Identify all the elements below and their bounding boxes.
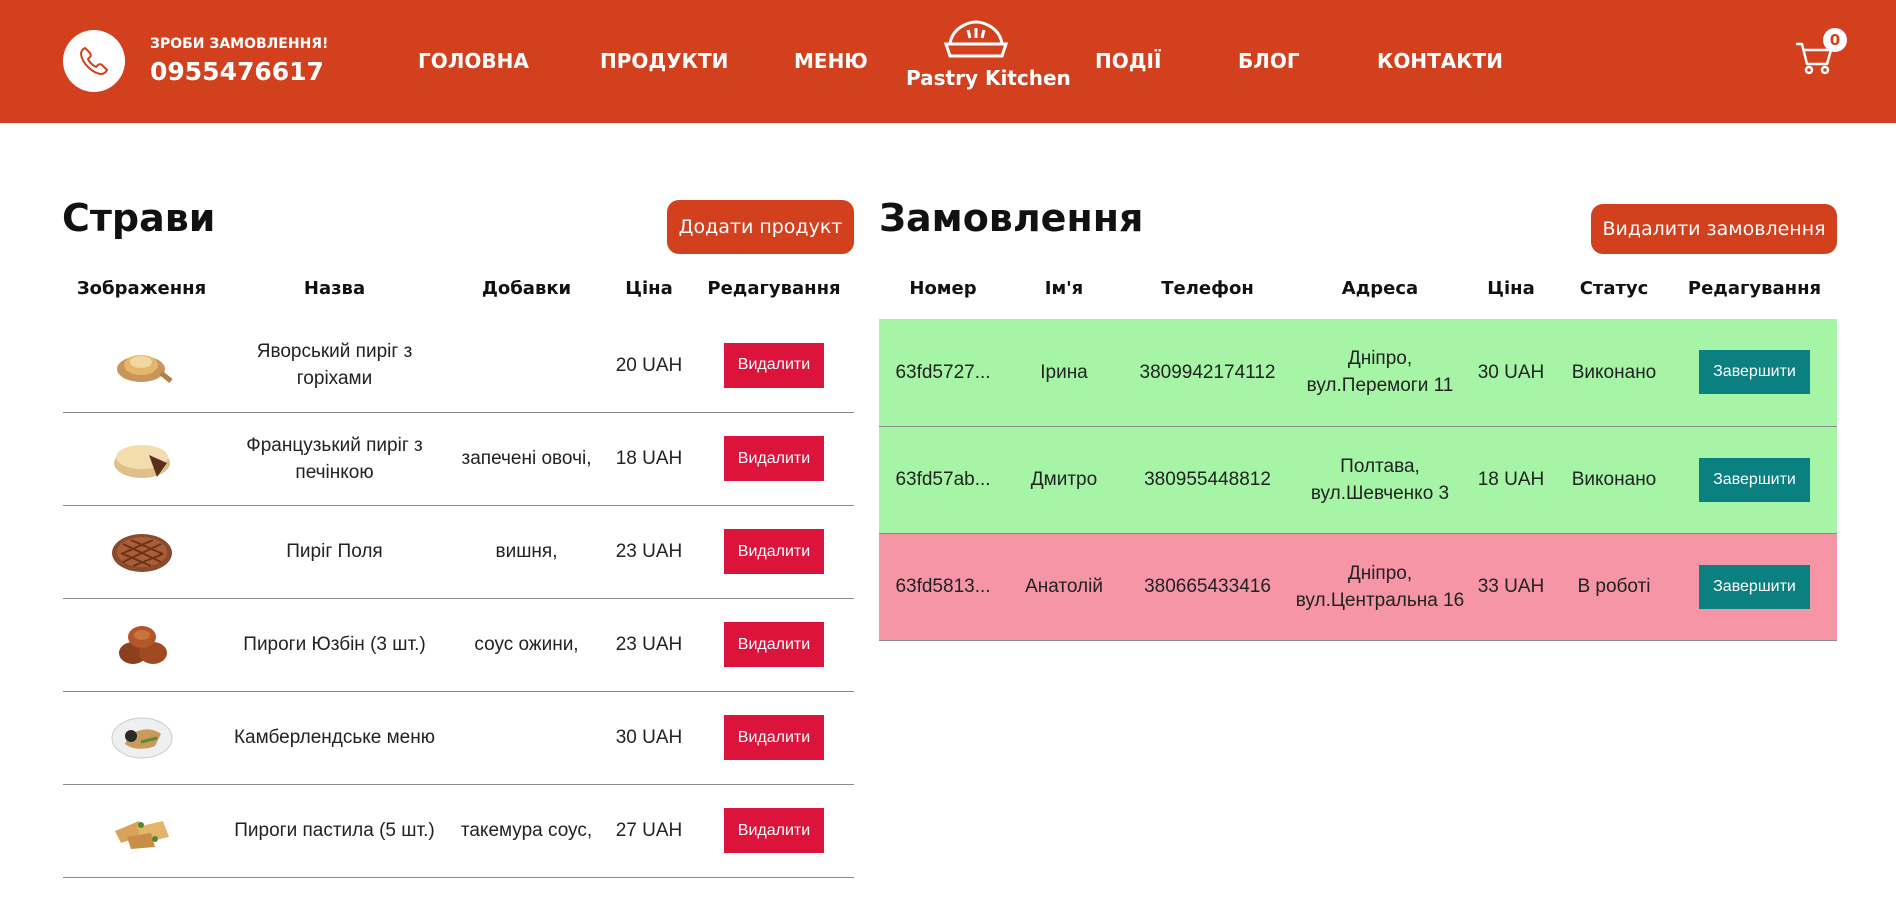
product-price: 30 UAH <box>604 691 694 785</box>
column-header-price: Ціна <box>1487 277 1535 299</box>
order-phone: 3809942174112 <box>1121 319 1294 427</box>
cart-count-badge: 0 <box>1823 28 1847 52</box>
table-row: 63fd5727... Ірина 3809942174112 Дніпро, … <box>879 319 1837 427</box>
plated-dish-image <box>111 717 172 758</box>
column-header-edit: Редагування <box>707 277 841 299</box>
table-row: Пиріг Поля вишня, 23 UAH Видалити <box>63 505 854 599</box>
order-name: Дмитро <box>1007 426 1121 534</box>
order-address: Дніпро, вул.Центральна 16 <box>1294 533 1466 641</box>
lattice-pie-image <box>111 533 172 572</box>
product-name: Пироги Юзбін (3 шт.) <box>220 598 449 692</box>
products-table: Зображення Назва Добавки Ціна Редагуванн… <box>63 257 854 878</box>
logo-text: Pastry Kitchen <box>906 66 1071 90</box>
table-row: Камберлендське меню 30 UAH Видалити <box>63 691 854 785</box>
order-phone: 380665433416 <box>1121 533 1294 641</box>
column-header-name: Назва <box>303 277 366 299</box>
phone-button[interactable] <box>63 30 125 92</box>
column-header-price: Ціна <box>625 277 673 299</box>
nav-menu[interactable]: МЕНЮ <box>794 49 868 73</box>
add-product-button[interactable]: Додати продукт <box>667 200 854 254</box>
table-row: Пироги пастила (5 шт.) такемура соус, 27… <box>63 784 854 878</box>
order-number: 63fd5727... <box>879 319 1007 427</box>
site-header: ЗРОБИ ЗАМОВЛЕННЯ! 0955476617 ГОЛОВНА ПРО… <box>0 0 1896 123</box>
product-price: 23 UAH <box>604 505 694 599</box>
product-name: Пиріг Поля <box>220 505 449 599</box>
column-header-image: Зображення <box>76 277 207 299</box>
pie-logo-icon <box>944 20 1008 58</box>
table-row: Яворський пиріг з горіхами 20 UAH Видали… <box>63 319 854 413</box>
column-header-extras: Добавки <box>481 277 572 299</box>
order-status: В роботі <box>1556 533 1672 641</box>
orders-title: Замовлення <box>879 196 1144 240</box>
product-price: 18 UAH <box>604 412 694 506</box>
delete-product-button[interactable]: Видалити <box>724 342 824 388</box>
sliced-pie-image <box>113 444 170 478</box>
delete-product-button[interactable]: Видалити <box>724 622 824 667</box>
column-header-address: Адреса <box>1341 277 1419 299</box>
site-logo[interactable]: Pastry Kitchen <box>906 20 1071 98</box>
product-extras <box>449 319 604 413</box>
products-title: Страви <box>62 196 216 240</box>
product-price: 23 UAH <box>604 598 694 692</box>
order-address: Дніпро, вул.Перемоги 11 <box>1294 319 1466 427</box>
order-number: 63fd57ab... <box>879 426 1007 534</box>
finish-order-button[interactable]: Завершити <box>1699 564 1810 609</box>
column-header-status: Статус <box>1579 277 1649 299</box>
phone-icon <box>79 46 109 76</box>
finish-order-button[interactable]: Завершити <box>1699 457 1810 502</box>
order-status: Виконано <box>1556 319 1672 427</box>
round-pie-on-board-image <box>116 355 173 384</box>
delete-orders-button[interactable]: Видалити замовлення <box>1591 204 1837 254</box>
product-price: 27 UAH <box>604 784 694 878</box>
column-header-name: Ім'я <box>1044 277 1084 299</box>
delete-product-button[interactable]: Видалити <box>724 529 824 574</box>
delete-product-button[interactable]: Видалити <box>724 436 824 481</box>
order-price: 30 UAH <box>1466 319 1556 427</box>
product-extras: вишня, <box>449 505 604 599</box>
product-extras: такемура соус, <box>449 784 604 878</box>
nav-contacts[interactable]: КОНТАКТИ <box>1377 49 1503 73</box>
column-header-number: Номер <box>909 277 977 299</box>
product-name: Камберлендське меню <box>220 691 449 785</box>
product-extras <box>449 691 604 785</box>
order-address: Полтава, вул.Шевченко 3 <box>1294 426 1466 534</box>
orders-header-row: Номер Ім'я Телефон Адреса Ціна Статус Ре… <box>879 257 1837 319</box>
finish-order-button[interactable]: Завершити <box>1699 350 1810 395</box>
column-header-edit: Редагування <box>1687 277 1822 299</box>
nav-home[interactable]: ГОЛОВНА <box>418 49 529 73</box>
products-header-row: Зображення Назва Добавки Ціна Редагуванн… <box>63 257 854 319</box>
order-status: Виконано <box>1556 426 1672 534</box>
order-price: 18 UAH <box>1466 426 1556 534</box>
table-row: Французький пиріг з печінкою запечені ов… <box>63 412 854 506</box>
order-name: Анатолій <box>1007 533 1121 641</box>
phone-number[interactable]: 0955476617 <box>150 57 324 86</box>
product-name: Французький пиріг з печінкою <box>220 412 449 506</box>
pastry-rolls-image <box>114 820 169 849</box>
order-prompt: ЗРОБИ ЗАМОВЛЕННЯ! <box>150 36 329 52</box>
product-extras: запечені овочі, <box>449 412 604 506</box>
nav-events[interactable]: ПОДІЇ <box>1095 49 1161 73</box>
order-number: 63fd5813... <box>879 533 1007 641</box>
table-row: 63fd5813... Анатолій 380665433416 Дніпро… <box>879 533 1837 641</box>
orders-table: Номер Ім'я Телефон Адреса Ціна Статус Ре… <box>879 257 1837 641</box>
product-extras: соус ожини, <box>449 598 604 692</box>
column-header-phone: Телефон <box>1161 277 1254 299</box>
nav-blog[interactable]: БЛОГ <box>1238 49 1300 73</box>
product-name: Пироги пастила (5 шт.) <box>220 784 449 878</box>
delete-product-button[interactable]: Видалити <box>724 808 824 853</box>
product-name: Яворський пиріг з горіхами <box>220 319 449 413</box>
order-price: 33 UAH <box>1466 533 1556 641</box>
table-row: Пироги Юзбін (3 шт.) соус ожини, 23 UAH … <box>63 598 854 692</box>
order-phone: 380955448812 <box>1121 426 1294 534</box>
nav-products[interactable]: ПРОДУКТИ <box>600 49 728 73</box>
delete-product-button[interactable]: Видалити <box>724 715 824 760</box>
stacked-pies-image <box>118 625 167 664</box>
order-name: Ірина <box>1007 319 1121 427</box>
table-row: 63fd57ab... Дмитро 380955448812 Полтава,… <box>879 426 1837 534</box>
product-price: 20 UAH <box>604 319 694 413</box>
